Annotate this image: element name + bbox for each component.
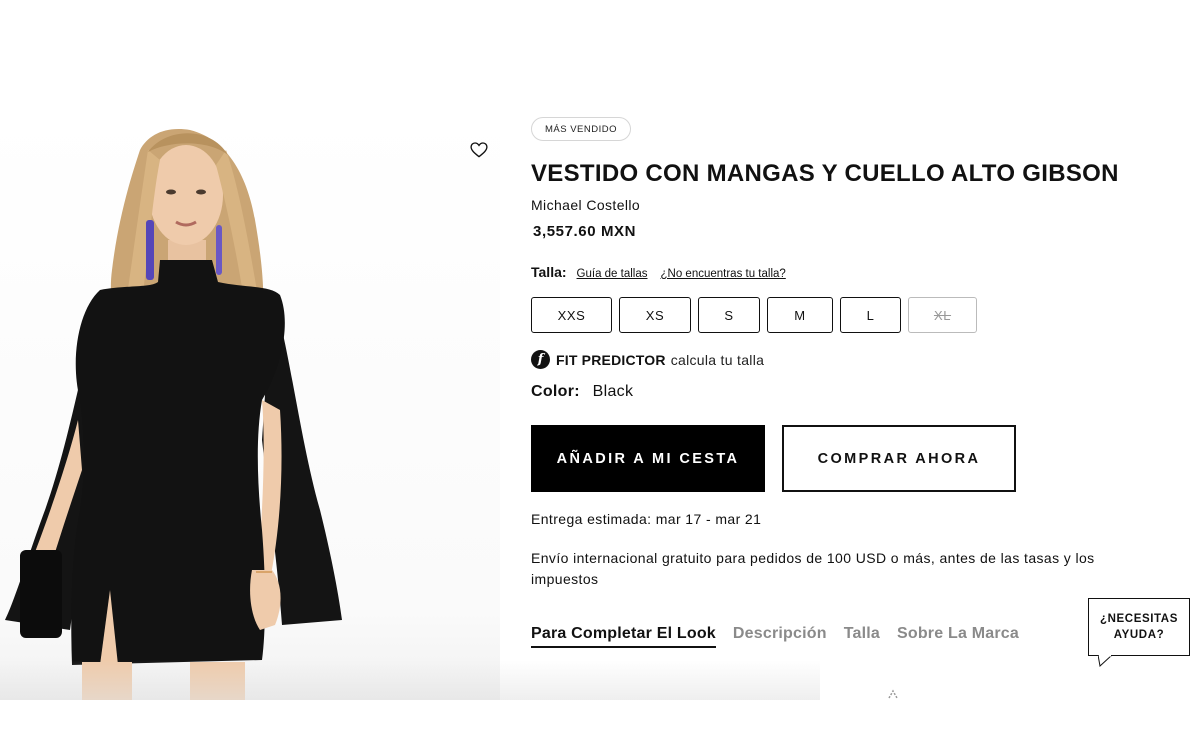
size-option-s[interactable]: S (698, 297, 760, 333)
color-label: Color: (531, 383, 580, 400)
tab-about-brand[interactable]: Sobre La Marca (897, 625, 1019, 648)
size-missing-link[interactable]: ¿No encuentras tu talla? (661, 268, 786, 280)
size-option-xxs[interactable]: XXS (531, 297, 612, 333)
model-illustration (5, 129, 342, 700)
fit-predictor[interactable]: f FIT PREDICTOR calcula tu talla (531, 350, 764, 369)
loading-spinner-icon (888, 689, 898, 699)
delivery-estimate: Entrega estimada: mar 17 - mar 21 (531, 511, 762, 527)
product-title: VESTIDO CON MANGAS Y CUELLO ALTO GIBSON (531, 160, 1119, 187)
product-price: 3,557.60 MXN (533, 223, 637, 240)
size-header: Talla: Guía de tallas ¿No encuentras tu … (531, 264, 799, 280)
help-line-2: AYUDA? (1113, 629, 1165, 641)
f-logo-icon: f (531, 350, 550, 369)
product-tabs: Para Completar El Look Descripción Talla… (531, 625, 1036, 648)
product-image[interactable] (0, 110, 500, 700)
size-option-l[interactable]: L (840, 297, 901, 333)
color-row: Color: Black (531, 383, 633, 401)
tab-size[interactable]: Talla (844, 625, 880, 648)
bottom-fade (0, 660, 820, 700)
help-bubble-tail (1098, 655, 1113, 667)
size-options: XXS XS S M L XL (531, 297, 984, 333)
brand-link[interactable]: Michael Costello (531, 197, 640, 213)
help-line-1: ¿NECESITAS (1100, 613, 1178, 625)
buy-now-button[interactable]: COMPRAR AHORA (782, 425, 1016, 492)
size-option-xs[interactable]: XS (619, 297, 691, 333)
heart-outline-icon[interactable] (469, 140, 489, 160)
add-to-cart-button[interactable]: AÑADIR A MI CESTA (531, 425, 765, 492)
fit-predictor-subtitle: calcula tu talla (670, 351, 765, 368)
help-chat-button[interactable]: ¿NECESITAS AYUDA? (1088, 598, 1190, 656)
size-guide-link[interactable]: Guía de tallas (577, 268, 648, 280)
bestseller-badge: MÁS VENDIDO (531, 117, 632, 141)
tab-complete-the-look[interactable]: Para Completar El Look (531, 625, 716, 648)
tab-description[interactable]: Descripción (733, 625, 827, 648)
size-option-m[interactable]: M (767, 297, 833, 333)
color-value: Black (592, 383, 634, 400)
fit-predictor-title: FIT PREDICTOR (556, 351, 666, 368)
size-label: Talla: (531, 264, 567, 280)
shipping-info: Envío internacional gratuito para pedido… (531, 550, 1095, 587)
size-option-xl[interactable]: XL (908, 297, 977, 333)
